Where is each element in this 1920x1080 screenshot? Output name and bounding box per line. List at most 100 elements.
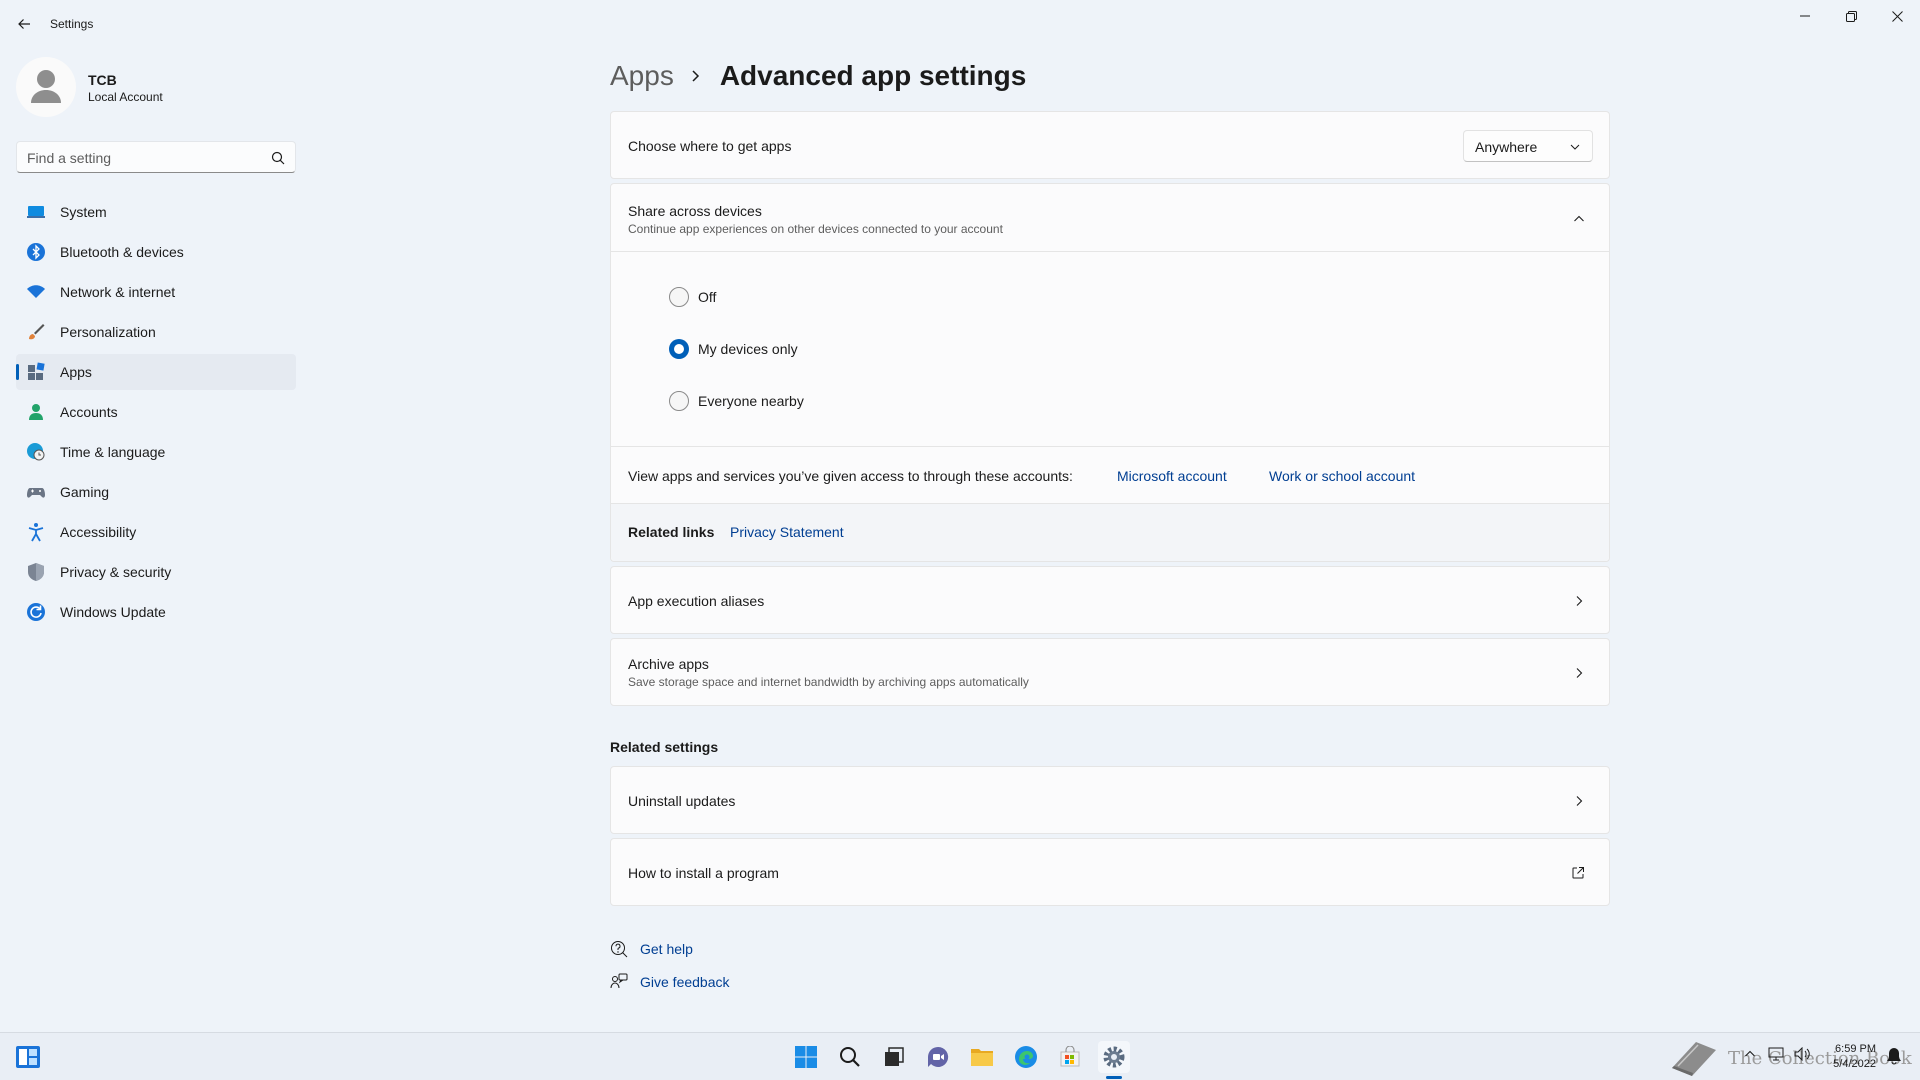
taskbar-clock[interactable]: 6:59 PM 5/4/2022 bbox=[1833, 1042, 1876, 1072]
uninstall-updates-card[interactable]: Uninstall updates bbox=[610, 766, 1610, 834]
show-hidden-icons-button[interactable] bbox=[1744, 1047, 1756, 1063]
edge-icon bbox=[1015, 1046, 1037, 1068]
sidebar-item-accessibility[interactable]: Accessibility bbox=[16, 514, 296, 550]
share-across-devices-card: Share across devices Continue app experi… bbox=[610, 183, 1610, 562]
how-to-install-title: How to install a program bbox=[628, 865, 779, 881]
minimize-button[interactable] bbox=[1782, 0, 1828, 32]
sidebar-item-label: Personalization bbox=[60, 324, 156, 340]
archive-apps-title: Archive apps bbox=[628, 656, 709, 672]
active-app-indicator bbox=[1106, 1076, 1122, 1079]
get-apps-card: Choose where to get apps Anywhere bbox=[610, 111, 1610, 179]
sidebar-item-personalization[interactable]: Personalization bbox=[16, 314, 296, 350]
start-button[interactable] bbox=[790, 1041, 822, 1073]
sidebar-item-network[interactable]: Network & internet bbox=[16, 274, 296, 310]
radio-option-everyone-nearby[interactable]: Everyone nearby bbox=[669, 389, 804, 413]
chat-button[interactable] bbox=[922, 1041, 954, 1073]
microsoft-account-link[interactable]: Microsoft account bbox=[1117, 468, 1227, 484]
user-avatar-icon bbox=[31, 70, 61, 103]
sidebar-item-apps[interactable]: Apps bbox=[16, 354, 296, 390]
related-links-label: Related links bbox=[628, 524, 715, 540]
sidebar-item-label: Windows Update bbox=[60, 604, 166, 620]
app-execution-aliases-card[interactable]: App execution aliases bbox=[610, 566, 1610, 634]
archive-apps-card[interactable]: Archive apps Save storage space and inte… bbox=[610, 638, 1610, 706]
get-apps-dropdown[interactable]: Anywhere bbox=[1463, 130, 1593, 162]
globe-clock-icon bbox=[26, 442, 46, 462]
apps-icon bbox=[26, 362, 46, 382]
how-to-install-card[interactable]: How to install a program bbox=[610, 838, 1610, 906]
get-help-link[interactable]: Get help bbox=[640, 941, 693, 957]
radio-button-selected[interactable] bbox=[669, 339, 689, 359]
sidebar-item-gaming[interactable]: Gaming bbox=[16, 474, 296, 510]
settings-taskbar-button[interactable] bbox=[1098, 1041, 1130, 1073]
edge-button[interactable] bbox=[1010, 1041, 1042, 1073]
update-icon bbox=[26, 602, 46, 622]
speaker-icon bbox=[1794, 1046, 1810, 1062]
sidebar-item-label: Gaming bbox=[60, 484, 110, 500]
minimize-icon bbox=[1800, 15, 1810, 17]
related-settings-heading: Related settings bbox=[610, 739, 719, 755]
sidebar-item-label: Accounts bbox=[60, 404, 118, 420]
file-explorer-button[interactable] bbox=[966, 1041, 998, 1073]
store-button[interactable] bbox=[1054, 1041, 1086, 1073]
task-view-icon bbox=[885, 1047, 904, 1066]
radio-label: My devices only bbox=[698, 341, 798, 357]
radio-option-off[interactable]: Off bbox=[669, 285, 716, 309]
sidebar-nav: System Bluetooth & devices Network & int… bbox=[16, 194, 296, 634]
taskbar-search-button[interactable] bbox=[834, 1041, 866, 1073]
give-feedback-link[interactable]: Give feedback bbox=[640, 974, 730, 990]
help-icon bbox=[611, 941, 628, 958]
back-button[interactable] bbox=[10, 10, 38, 38]
network-tray-button[interactable] bbox=[1768, 1047, 1784, 1064]
sidebar-item-label: Bluetooth & devices bbox=[60, 244, 184, 260]
sidebar-item-windows-update[interactable]: Windows Update bbox=[16, 594, 296, 630]
chevron-up-icon[interactable] bbox=[1573, 213, 1585, 225]
windows-logo-icon bbox=[795, 1046, 817, 1068]
breadcrumb-parent-link[interactable]: Apps bbox=[610, 60, 674, 92]
search-box[interactable] bbox=[16, 141, 296, 173]
taskbar: The Collection Book 6:59 PM 5/4/2022 bbox=[0, 1032, 1920, 1080]
sidebar-item-label: Privacy & security bbox=[60, 564, 172, 580]
get-help-row[interactable]: Get help bbox=[610, 939, 693, 959]
app-title: Settings bbox=[50, 17, 94, 31]
title-bar: Settings bbox=[0, 0, 1920, 48]
restore-button[interactable] bbox=[1828, 0, 1874, 32]
radio-label: Off bbox=[698, 289, 717, 305]
person-icon bbox=[26, 402, 46, 422]
share-across-devices-header[interactable]: Share across devices Continue app experi… bbox=[611, 184, 1609, 252]
close-button[interactable] bbox=[1874, 0, 1920, 32]
breadcrumb-chevron-icon bbox=[690, 69, 702, 83]
divider bbox=[611, 446, 1609, 447]
work-school-account-link[interactable]: Work or school account bbox=[1269, 468, 1415, 484]
restore-icon bbox=[1845, 10, 1857, 22]
controller-icon bbox=[26, 482, 46, 502]
sidebar-item-accounts[interactable]: Accounts bbox=[16, 394, 296, 430]
search-icon[interactable] bbox=[271, 151, 285, 165]
sidebar-item-label: Network & internet bbox=[60, 284, 176, 300]
profile-name: TCB bbox=[88, 72, 117, 88]
sidebar-item-system[interactable]: System bbox=[16, 194, 296, 230]
dropdown-value: Anywhere bbox=[1475, 139, 1538, 155]
radio-button[interactable] bbox=[669, 287, 689, 307]
radio-button[interactable] bbox=[669, 391, 689, 411]
clock-date: 5/4/2022 bbox=[1833, 1058, 1876, 1070]
radio-label: Everyone nearby bbox=[698, 393, 804, 409]
sidebar-item-bluetooth[interactable]: Bluetooth & devices bbox=[16, 234, 296, 270]
widgets-button[interactable] bbox=[12, 1041, 44, 1073]
sidebar-item-privacy[interactable]: Privacy & security bbox=[16, 554, 296, 590]
search-input[interactable] bbox=[27, 148, 257, 168]
notifications-button[interactable] bbox=[1886, 1047, 1902, 1068]
sidebar-item-time-language[interactable]: Time & language bbox=[16, 434, 296, 470]
radio-option-my-devices[interactable]: My devices only bbox=[669, 337, 798, 361]
book-icon bbox=[1672, 1042, 1716, 1076]
user-profile[interactable]: TCB Local Account bbox=[16, 57, 296, 119]
store-icon bbox=[1060, 1046, 1080, 1067]
chevron-right-icon bbox=[1576, 668, 1583, 678]
shield-icon bbox=[26, 562, 46, 582]
archive-apps-subtitle: Save storage space and internet bandwidt… bbox=[628, 675, 1029, 689]
volume-tray-button[interactable] bbox=[1794, 1046, 1810, 1064]
task-view-button[interactable] bbox=[878, 1041, 910, 1073]
widgets-icon bbox=[16, 1046, 40, 1068]
bluetooth-icon bbox=[26, 242, 46, 262]
give-feedback-row[interactable]: Give feedback bbox=[610, 972, 730, 992]
privacy-statement-link[interactable]: Privacy Statement bbox=[730, 524, 844, 540]
